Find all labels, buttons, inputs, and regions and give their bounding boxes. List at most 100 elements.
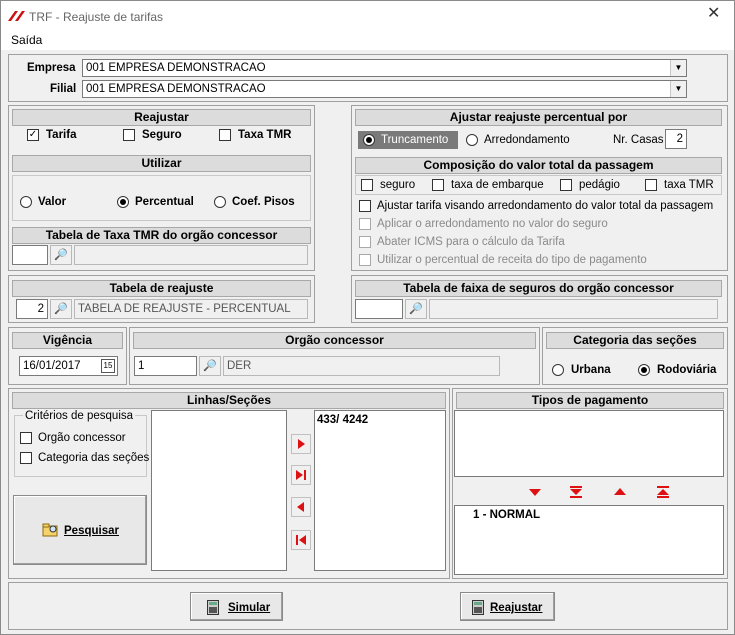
valor-label: Valor [38,196,67,208]
orgao-concessor-label: Orgão concessor [38,432,126,444]
binoculars-icon[interactable]: 🔎 [50,299,72,319]
binoculars-icon[interactable]: 🔎 [405,299,427,319]
empresa-value: 001 EMPRESA DEMONSTRACAO [86,62,266,74]
comp-taxa-embarque-checkbox[interactable] [432,179,444,191]
comp-taxa-embarque-label: taxa de embarque [451,179,544,191]
aplicar-arred-label: Aplicar o arredondamento no valor do seg… [377,218,608,230]
truncamento-label: Truncamento [381,134,449,146]
vigencia-date-input[interactable]: 16/01/2017 15 [19,356,118,376]
empresa-panel: Empresa 001 EMPRESA DEMONSTRACAO ▼ Filia… [8,54,728,102]
move-all-up-button[interactable] [653,482,673,502]
nr-casas-input[interactable]: 2 [665,129,687,149]
filial-label: Filial [50,83,77,95]
move-down-button[interactable] [525,482,545,502]
tarifa-label: Tarifa [46,129,77,141]
orgao-header: Orgão concessor [133,332,536,349]
orgao-code-input[interactable]: 1 [134,356,197,376]
comp-taxa-tmr-checkbox[interactable] [645,179,657,191]
list-item[interactable]: 433/ 4242 [317,413,368,427]
categoria-secoes-checkbox[interactable] [20,452,32,464]
move-up-button[interactable] [610,482,630,502]
arredondamento-label: Arredondamento [484,134,570,146]
arrow-left-end-icon [296,535,306,545]
tabela-seguros-header: Tabela de faixa de seguros do orgão conc… [355,280,722,297]
chevron-down-icon[interactable]: ▼ [670,81,686,97]
calculator-icon [472,600,484,615]
taxa-tmr-checkbox[interactable] [219,129,231,141]
taxa-tmr-label: Taxa TMR [238,129,292,141]
aplicar-arred-checkbox[interactable] [359,218,371,230]
arredondamento-radio[interactable] [466,134,478,146]
binoculars-icon[interactable]: 🔎 [50,245,72,265]
app-logo-icon [8,11,25,21]
reajustar-header: Reajustar [12,109,311,126]
tabela-tmr-code-input[interactable] [12,245,48,265]
app-window: TRF - Reajuste de tarifas ✕ Saída Empres… [0,0,735,635]
coef-pisos-radio[interactable] [214,196,226,208]
calculator-icon [207,600,219,615]
selected-payment-types-list[interactable]: 1 - NORMAL [454,505,724,575]
footer-panel [8,582,728,630]
simular-button[interactable]: Simular [190,592,283,621]
ajustar-header: Ajustar reajuste percentual por [355,109,722,126]
reajustar-button[interactable]: Reajustar [460,592,555,621]
criterios-group [14,415,147,477]
chevron-down-icon[interactable]: ▼ [670,60,686,76]
abater-icms-label: Abater ICMS para o cálculo da Tarifa [377,236,565,248]
move-all-left-button[interactable] [291,530,311,550]
empresa-select[interactable]: 001 EMPRESA DEMONSTRACAO ▼ [82,59,687,77]
abater-icms-checkbox[interactable] [359,236,371,248]
truncamento-radio[interactable] [363,134,375,146]
close-icon[interactable]: ✕ [707,6,720,22]
percentual-radio[interactable] [117,196,129,208]
coef-pisos-label: Coef. Pisos [232,196,295,208]
arrow-left-icon [297,502,304,512]
simular-label: Simular [228,602,271,614]
tarifa-checkbox[interactable]: ✓ [27,129,39,141]
composicao-header: Composição do valor total da passagem [355,157,722,174]
tabela-seguros-code-input[interactable] [355,299,403,319]
rodoviaria-label: Rodoviária [657,364,717,376]
seguro-checkbox[interactable] [123,129,135,141]
available-lines-list[interactable] [151,410,287,571]
available-payment-types-list[interactable] [454,410,724,477]
filial-select[interactable]: 001 EMPRESA DEMONSTRACAO ▼ [82,80,687,98]
urbana-radio[interactable] [552,364,564,376]
vigencia-header: Vigência [12,332,123,349]
move-left-button[interactable] [291,497,311,517]
reajustar-label: Reajustar [490,602,543,614]
move-right-button[interactable] [291,434,311,454]
comp-pedagio-checkbox[interactable] [560,179,572,191]
move-all-right-button[interactable] [291,465,311,485]
utilizar-header: Utilizar [12,155,311,172]
arrow-up-end-icon [657,486,669,498]
pesquisar-button[interactable]: Pesquisar [13,495,147,565]
valor-radio[interactable] [20,196,32,208]
menu-saida[interactable]: Saída [11,33,42,47]
move-all-down-button[interactable] [566,482,586,502]
utilizar-perc-label: Utilizar o percentual de receita do tipo… [377,254,647,266]
categoria-header: Categoria das seções [546,332,724,349]
selected-lines-list[interactable]: 433/ 4242 [314,410,446,571]
binoculars-icon[interactable]: 🔎 [199,356,221,376]
tabela-reajuste-code-input[interactable]: 2 [16,299,48,319]
title-bar: TRF - Reajuste de tarifas ✕ [1,1,734,31]
calendar-icon[interactable]: 15 [101,359,115,373]
orgao-desc: DER [223,356,500,376]
criterios-label: Critérios de pesquisa [23,409,136,423]
ajustar-tarifa-checkbox[interactable] [359,200,371,212]
search-folder-icon [42,523,58,537]
arrow-down-end-icon [570,486,582,498]
comp-seguro-label: seguro [380,179,416,191]
list-item[interactable]: 1 - NORMAL [473,508,540,522]
orgao-concessor-checkbox[interactable] [20,432,32,444]
comp-taxa-tmr-label: taxa TMR [664,179,714,191]
percentual-label: Percentual [135,196,194,208]
tabela-reajuste-desc: TABELA DE REAJUSTE - PERCENTUAL [74,299,308,319]
filial-value: 001 EMPRESA DEMONSTRACAO [86,83,266,95]
comp-seguro-checkbox[interactable] [361,179,373,191]
utilizar-perc-checkbox[interactable] [359,254,371,266]
tabela-seguros-desc [429,299,718,319]
arrow-right-end-icon [296,470,306,480]
rodoviaria-radio[interactable] [638,364,650,376]
